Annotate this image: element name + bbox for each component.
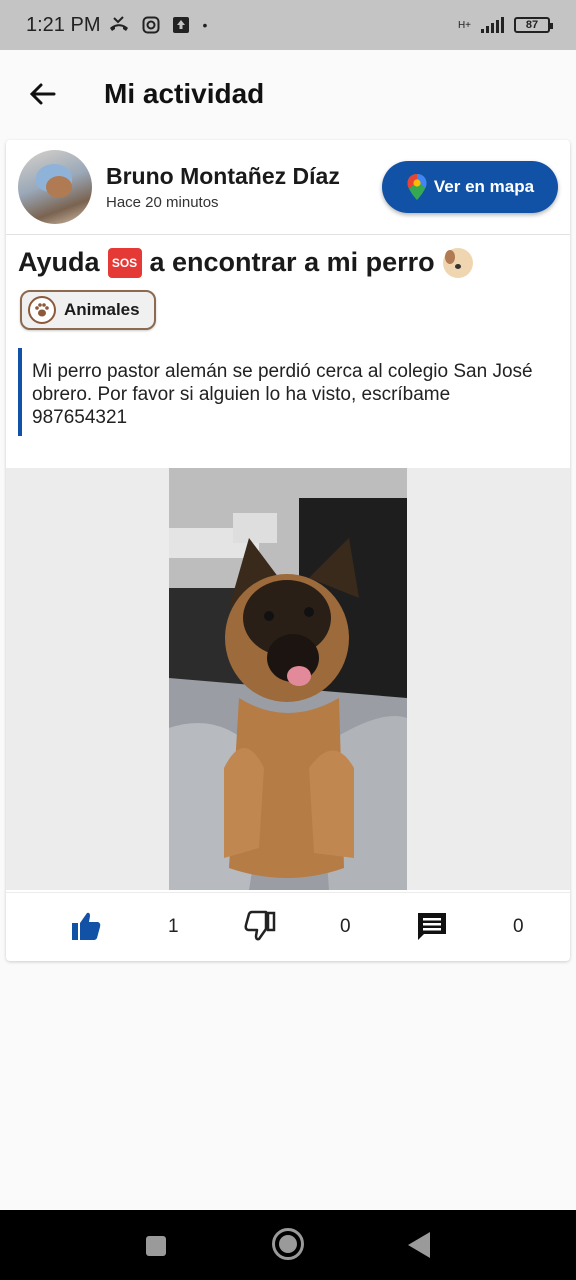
comment-icon[interactable] [416, 910, 448, 942]
sos-icon: SOS [107, 247, 142, 278]
paw-icon [28, 296, 56, 324]
system-nav-bar [0, 1210, 576, 1280]
recent-apps-button[interactable] [146, 1236, 166, 1256]
post-time: Hace 20 minutos [106, 194, 219, 211]
app-header: Mi actividad [0, 50, 576, 138]
post-image-area [6, 468, 570, 890]
view-map-button[interactable]: Ver en mapa [382, 161, 558, 213]
status-bar: 1:21 PM • H+ 87 [0, 0, 576, 50]
post-description: Mi perro pastor alemán se perdió cerca a… [18, 348, 556, 436]
signal-icon [481, 17, 504, 33]
home-button[interactable] [272, 1228, 304, 1260]
page-title: Mi actividad [104, 78, 265, 109]
system-back-button[interactable] [408, 1232, 430, 1258]
post-actions: 1 0 0 [6, 892, 570, 961]
status-time: 1:21 PM [26, 13, 101, 36]
upload-icon [173, 17, 190, 33]
more-notifications-dot: • [202, 17, 208, 33]
missed-call-icon [110, 16, 129, 31]
thumbs-up-icon[interactable] [70, 910, 102, 942]
post-title-part2: a encontrar a mi perro [149, 247, 435, 277]
status-notification-icons: • [108, 16, 207, 34]
network-type: H+ [457, 19, 471, 31]
post-title-part1: Ayuda [18, 247, 100, 277]
avatar[interactable] [18, 150, 92, 224]
author-name[interactable]: Bruno Montañez Díaz [106, 163, 340, 190]
category-tag[interactable]: Animales [20, 290, 156, 330]
category-label: Animales [64, 300, 140, 319]
thumbs-down-icon[interactable] [244, 910, 276, 942]
battery-level: 87 [525, 19, 539, 31]
back-button[interactable] [22, 74, 62, 114]
comments-count: 0 [513, 916, 524, 937]
dislikes-count: 0 [340, 916, 351, 937]
sos-label: SOS [111, 255, 138, 270]
post-card[interactable]: Bruno Montañez Díaz Hace 20 minutos Ver … [6, 140, 570, 961]
instagram-icon [142, 16, 160, 34]
view-map-label: Ver en mapa [433, 177, 535, 196]
dog-face-icon [442, 247, 473, 278]
map-pin-icon [407, 174, 427, 200]
dog-photo[interactable] [169, 468, 407, 890]
likes-count: 1 [168, 916, 179, 937]
battery-icon: 87 [514, 17, 553, 33]
post-header: Bruno Montañez Díaz Hace 20 minutos Ver … [6, 140, 570, 235]
post-title: Ayuda SOS a encontrar a mi perro [6, 235, 570, 278]
arrow-left-icon [29, 83, 56, 105]
